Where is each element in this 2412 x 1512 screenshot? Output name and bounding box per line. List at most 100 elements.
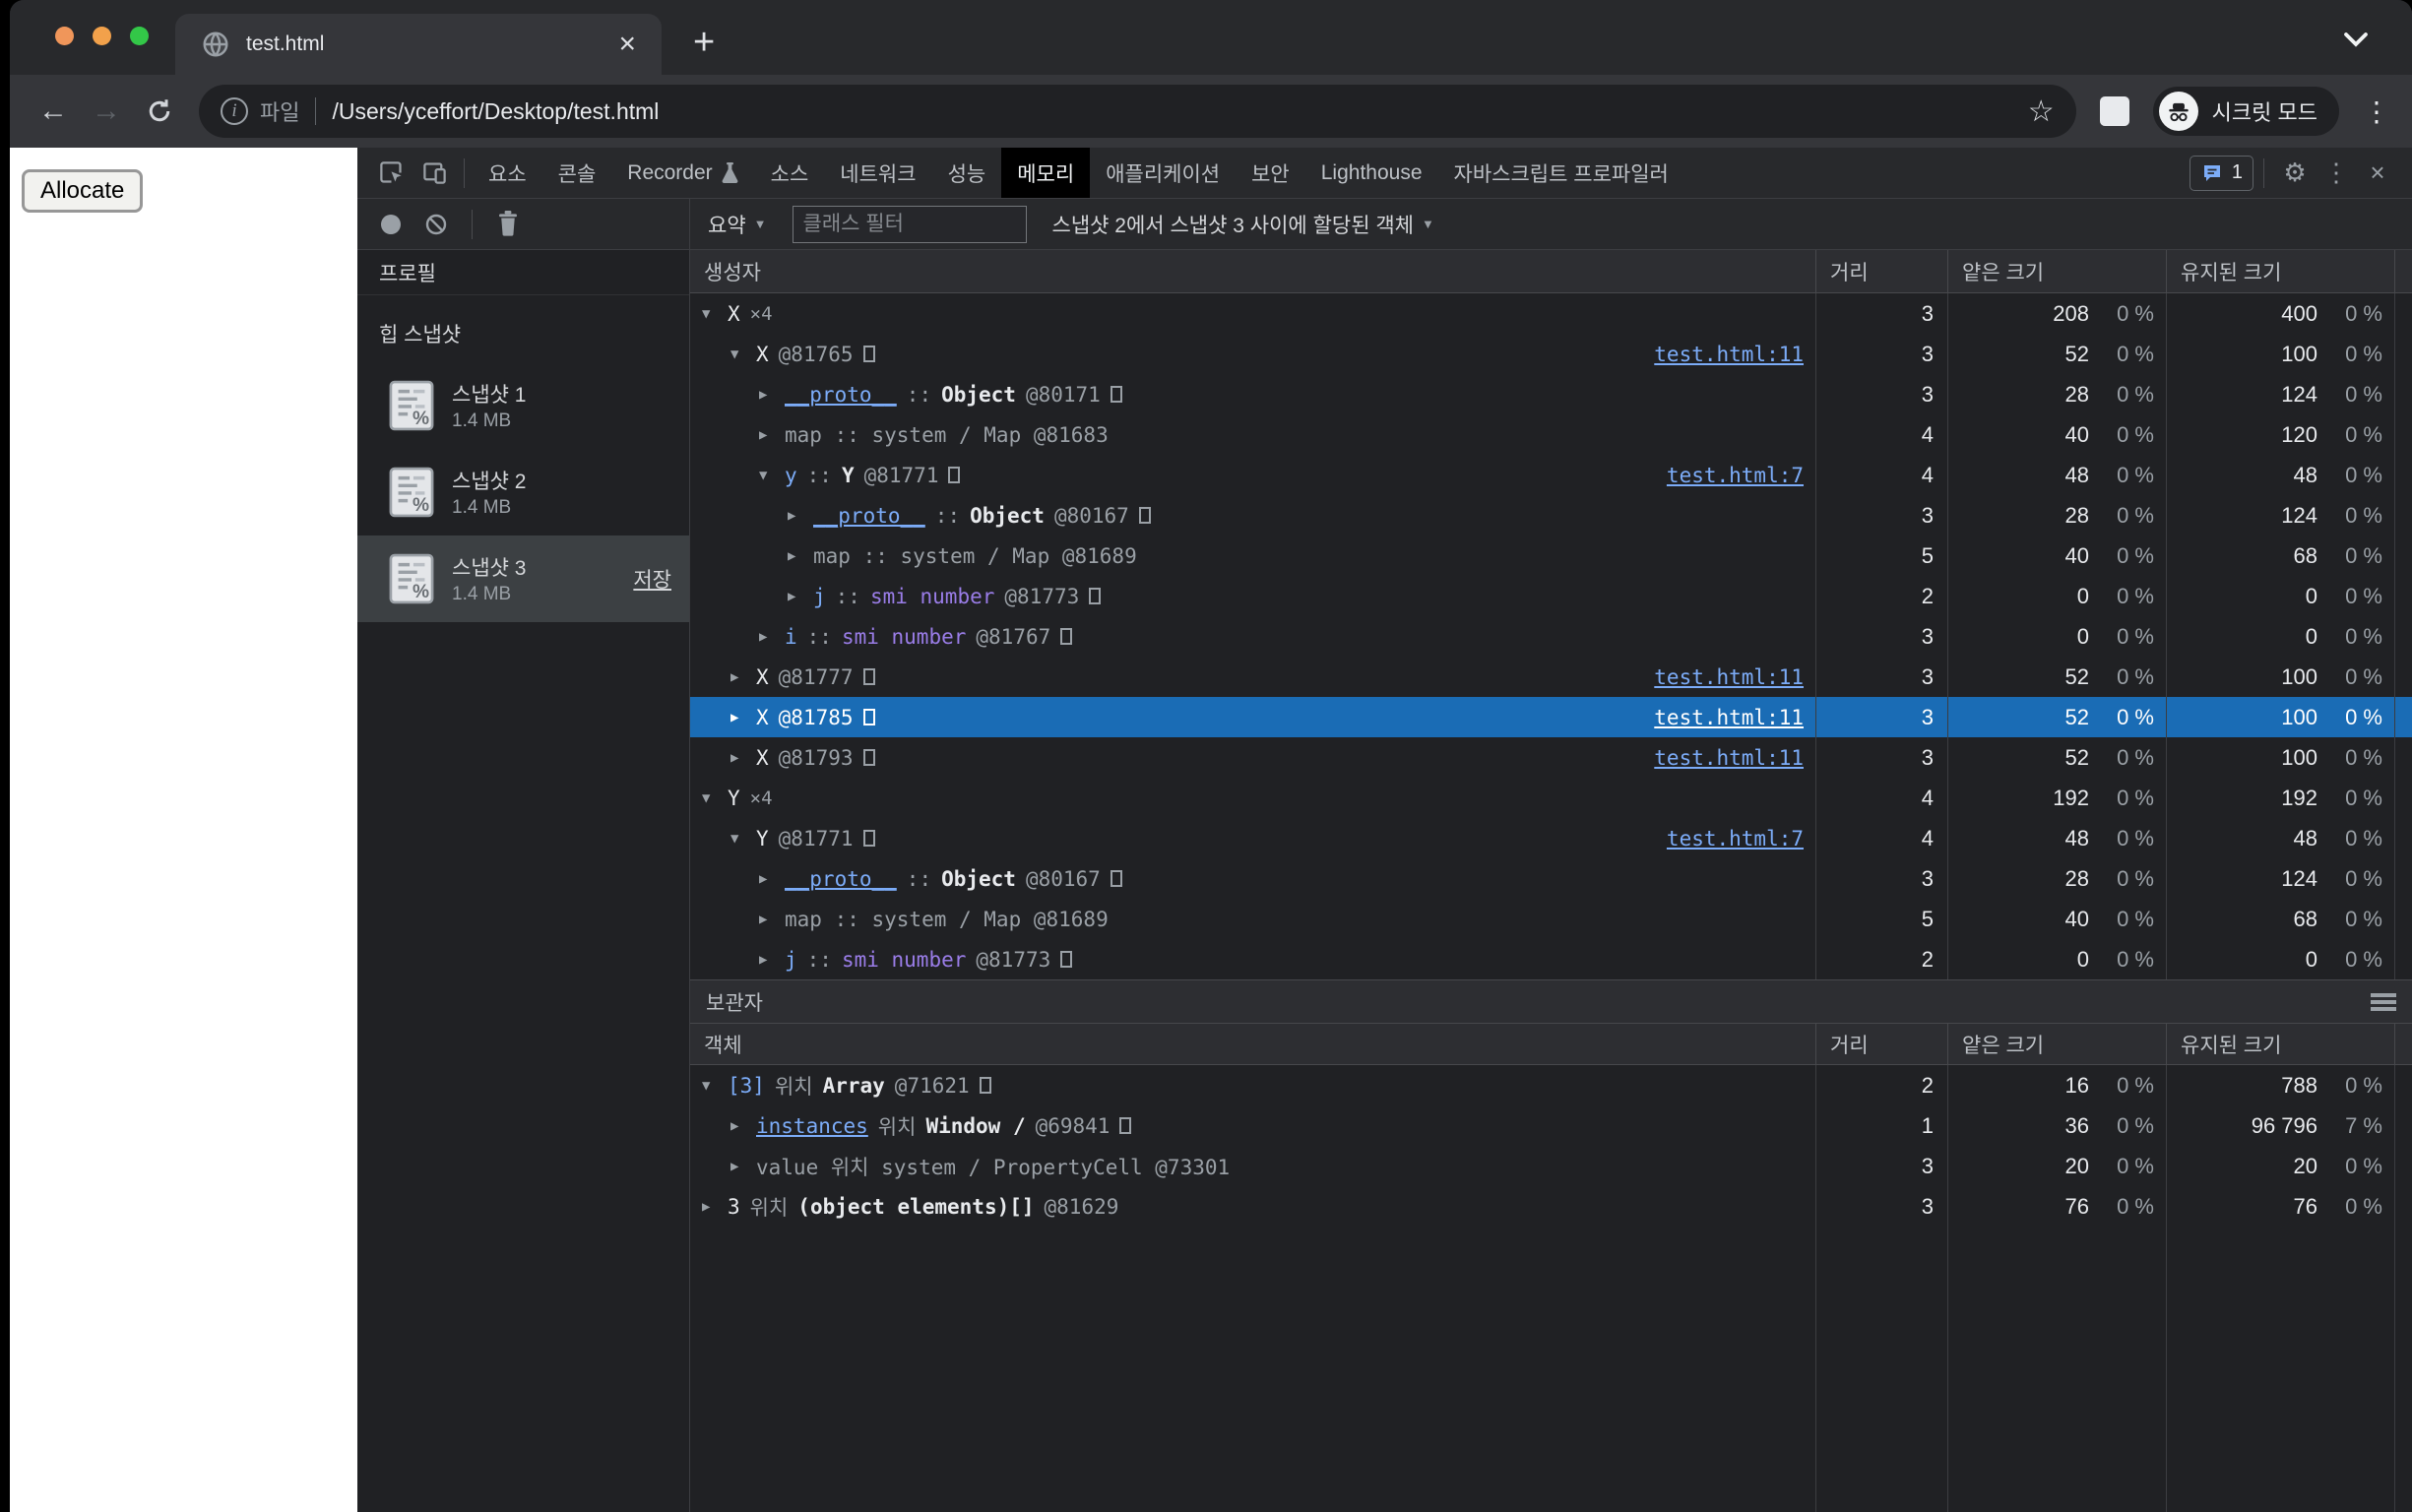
clear-icon[interactable] (424, 213, 448, 236)
tree-row[interactable]: ▼Y×441920 %1920 % (690, 778, 2412, 818)
devtools-menu-kebab-icon[interactable]: ⋮ (2316, 158, 2357, 188)
expand-arrow-icon[interactable]: ▶ (759, 427, 785, 443)
collapse-arrow-icon[interactable]: ▼ (730, 346, 756, 362)
devtools-tab-메모리[interactable]: 메모리 (1001, 148, 1090, 198)
expand-arrow-icon[interactable]: ▶ (759, 629, 785, 645)
snapshot-item-스냅샷 1[interactable]: %스냅샷 11.4 MB (357, 362, 689, 449)
reveal-icon[interactable] (948, 467, 960, 483)
new-tab-button[interactable]: + (693, 22, 715, 64)
inspect-icon[interactable] (369, 159, 413, 186)
expand-arrow-icon[interactable]: ▶ (702, 1199, 728, 1215)
address-url[interactable]: /Users/yceffort/Desktop/test.html (332, 98, 2027, 125)
expand-arrow-icon[interactable]: ▶ (759, 912, 785, 927)
reload-icon[interactable] (138, 96, 181, 126)
chevron-down-icon[interactable] (2341, 30, 2371, 49)
tab-close-icon[interactable]: × (618, 30, 636, 59)
column-header-distance[interactable]: 거리 (1816, 1030, 1869, 1059)
expand-arrow-icon[interactable]: ▶ (759, 871, 785, 887)
tree-row[interactable]: ▶instances위치Window /@698411360 %96 7967 … (690, 1105, 2412, 1146)
snapshot-item-스냅샷 2[interactable]: %스냅샷 21.4 MB (357, 449, 689, 536)
view-mode-dropdown[interactable]: 요약 ▼ (708, 210, 767, 239)
address-bar[interactable]: i 파일 /Users/yceffort/Desktop/test.html ☆ (199, 85, 2076, 138)
minimize-window-button[interactable] (93, 27, 111, 45)
source-link[interactable]: test.html:11 (1644, 343, 1804, 366)
side-panel-icon[interactable] (2100, 96, 2129, 126)
tree-row[interactable]: ▼Y@81771test.html:74480 %480 % (690, 818, 2412, 858)
devtools-tab-콘솔[interactable]: 콘솔 (542, 148, 612, 198)
hamburger-icon[interactable] (2371, 993, 2396, 1011)
tree-row[interactable]: ▶map :: system / Map @816895400 %680 % (690, 899, 2412, 939)
reveal-icon[interactable] (863, 749, 875, 766)
expand-arrow-icon[interactable]: ▶ (730, 1159, 756, 1174)
reveal-icon[interactable] (1111, 870, 1122, 887)
column-header-shallow[interactable]: 얕은 크기 (1948, 1030, 2044, 1059)
column-header-retained[interactable]: 유지된 크기 (2167, 257, 2281, 286)
devtools-tab-Recorder[interactable]: Recorder (611, 148, 754, 198)
tree-row[interactable]: ▶X@81777test.html:113520 %1000 % (690, 657, 2412, 697)
reveal-icon[interactable] (863, 830, 875, 847)
source-link[interactable]: test.html:11 (1644, 706, 1804, 729)
expand-arrow-icon[interactable]: ▶ (759, 387, 785, 403)
devtools-tab-요소[interactable]: 요소 (473, 148, 542, 198)
tree-row[interactable]: ▼X@81765test.html:113520 %1000 % (690, 334, 2412, 374)
collapse-arrow-icon[interactable]: ▼ (730, 831, 756, 847)
collapse-arrow-icon[interactable]: ▼ (702, 1078, 728, 1094)
collapse-arrow-icon[interactable]: ▼ (702, 306, 728, 322)
class-filter-input[interactable] (793, 206, 1027, 243)
devtools-tab-애플리케이션[interactable]: 애플리케이션 (1090, 148, 1236, 198)
close-window-button[interactable] (55, 27, 74, 45)
reveal-icon[interactable] (863, 709, 875, 725)
column-header-distance[interactable]: 거리 (1816, 257, 1869, 286)
allocate-button[interactable]: Allocate (22, 169, 143, 213)
tree-row[interactable]: ▶j::smi number@81773200 %00 % (690, 576, 2412, 616)
tree-row[interactable]: ▶__proto__::Object@801673280 %1240 % (690, 495, 2412, 536)
snapshot-save-link[interactable]: 저장 (633, 564, 671, 594)
devtools-tab-소스[interactable]: 소스 (755, 148, 825, 198)
source-link[interactable]: test.html:11 (1644, 665, 1804, 689)
expand-arrow-icon[interactable]: ▶ (730, 669, 756, 685)
collapse-arrow-icon[interactable]: ▼ (759, 468, 785, 483)
tree-row[interactable]: ▶i::smi number@81767300 %00 % (690, 616, 2412, 657)
expand-arrow-icon[interactable]: ▶ (788, 508, 813, 524)
tree-row[interactable]: ▶X@81793test.html:113520 %1000 % (690, 737, 2412, 778)
tree-row[interactable]: ▶3위치(object elements)[]@816293760 %760 % (690, 1186, 2412, 1227)
zoom-window-button[interactable] (130, 27, 149, 45)
tree-row[interactable]: ▶value 위치 system / PropertyCell @7330132… (690, 1146, 2412, 1186)
settings-gear-icon[interactable]: ⚙ (2274, 158, 2316, 188)
tree-row[interactable]: ▶j::smi number@81773200 %00 % (690, 939, 2412, 979)
reveal-icon[interactable] (980, 1077, 991, 1094)
expand-arrow-icon[interactable]: ▶ (730, 710, 756, 725)
devtools-tab-성능[interactable]: 성능 (932, 148, 1002, 198)
tree-row[interactable]: ▼X×432080 %4000 % (690, 293, 2412, 334)
record-icon[interactable] (381, 215, 401, 234)
back-icon[interactable]: ← (32, 94, 75, 128)
column-header-shallow[interactable]: 얕은 크기 (1948, 257, 2044, 286)
devtools-close-icon[interactable]: × (2357, 158, 2398, 188)
reveal-icon[interactable] (1119, 1117, 1131, 1134)
reveal-icon[interactable] (1139, 507, 1151, 524)
tree-row[interactable]: ▼y::Y@81771test.html:74480 %480 % (690, 455, 2412, 495)
tree-row[interactable]: ▶__proto__::Object@801713280 %1240 % (690, 374, 2412, 414)
source-link[interactable]: test.html:11 (1644, 746, 1804, 770)
reveal-icon[interactable] (863, 668, 875, 685)
column-header-object[interactable]: 객체 (690, 1024, 1815, 1064)
reveal-icon[interactable] (1060, 951, 1072, 968)
source-link[interactable]: test.html:7 (1657, 827, 1804, 850)
tree-row[interactable]: ▶__proto__::Object@801673280 %1240 % (690, 858, 2412, 899)
devtools-tab-Lighthouse[interactable]: Lighthouse (1305, 148, 1438, 198)
tree-row[interactable]: ▶X@81785test.html:113520 %1000 % (690, 697, 2412, 737)
info-icon[interactable]: i (221, 97, 248, 125)
device-toolbar-icon[interactable] (413, 159, 456, 186)
delete-icon[interactable] (496, 211, 520, 237)
reveal-icon[interactable] (1111, 386, 1122, 403)
column-header-retained[interactable]: 유지된 크기 (2167, 1030, 2281, 1059)
expand-arrow-icon[interactable]: ▶ (730, 750, 756, 766)
collapse-arrow-icon[interactable]: ▼ (702, 790, 728, 806)
expand-arrow-icon[interactable]: ▶ (788, 548, 813, 564)
reveal-icon[interactable] (1089, 588, 1101, 604)
reveal-icon[interactable] (1060, 628, 1072, 645)
column-header-constructor[interactable]: 생성자 (690, 250, 1815, 292)
issues-button[interactable]: 1 (2190, 156, 2253, 191)
expand-arrow-icon[interactable]: ▶ (730, 1118, 756, 1134)
bookmark-star-icon[interactable]: ☆ (2028, 94, 2055, 129)
